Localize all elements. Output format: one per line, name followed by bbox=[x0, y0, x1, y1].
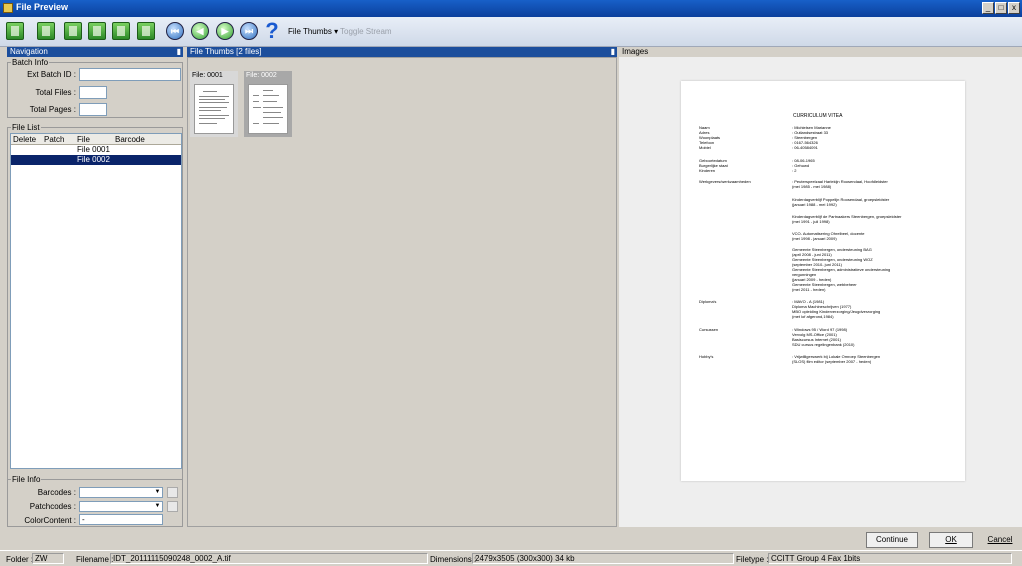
pin-icon[interactable]: ▮ bbox=[611, 47, 615, 57]
first-page-icon[interactable]: ⏮ bbox=[166, 22, 184, 40]
barcodes-clear-button[interactable] bbox=[167, 487, 178, 498]
image-viewer[interactable]: CURRICULUM VITEA Naam Adres Woonplaats T… bbox=[619, 57, 1022, 527]
total-pages-input[interactable] bbox=[79, 103, 107, 116]
thumbnail-file-0001[interactable]: File: 0001 bbox=[190, 71, 238, 137]
file-list[interactable]: Delete Patch File Barcode File 0001 File… bbox=[10, 133, 182, 469]
minimize-button[interactable]: _ bbox=[982, 2, 994, 14]
patchcodes-select[interactable]: ▼ bbox=[79, 501, 163, 512]
close-button[interactable]: x bbox=[1008, 2, 1020, 14]
total-pages-label: Total Pages : bbox=[29, 105, 76, 114]
cv-row: VCO- Automatisering Ohrelbeel, docente (… bbox=[792, 231, 865, 241]
filename-value: IDT_20111115090248_0002_A.tif bbox=[110, 553, 428, 564]
dimensions-label: Dimensions : bbox=[430, 555, 477, 564]
window-title: File Preview bbox=[16, 2, 69, 12]
status-bar: Folder : ZW Filename : IDT_2011111509024… bbox=[0, 550, 1022, 566]
cv-row: Geboortedatum Burgerlijke staat Kinderen… bbox=[699, 158, 815, 173]
layout-3-icon[interactable] bbox=[64, 22, 82, 40]
maximize-button[interactable]: □ bbox=[995, 2, 1007, 14]
column-patch[interactable]: Patch bbox=[44, 135, 64, 144]
patchcodes-label: Patchcodes : bbox=[29, 502, 76, 511]
thumbnail-file-0002-selected[interactable]: File: 0002 bbox=[244, 71, 292, 137]
previous-page-icon[interactable]: ◀ bbox=[191, 22, 209, 40]
color-content-input[interactable]: - bbox=[79, 514, 163, 525]
file-thumbs-dropdown[interactable]: File Thumbs ▾ bbox=[288, 27, 338, 36]
dimensions-value: 2479x3505 (300x300) 34 kb bbox=[472, 553, 734, 564]
chevron-down-icon: ▼ bbox=[154, 503, 161, 509]
layout-grid-large-icon[interactable] bbox=[137, 22, 155, 40]
color-content-label: ColorContent : bbox=[24, 516, 76, 525]
thumbs-area: File: 0001 File: 0002 bbox=[187, 57, 617, 527]
app-icon bbox=[3, 3, 13, 13]
column-delete[interactable]: Delete bbox=[13, 135, 36, 144]
help-icon[interactable]: ? bbox=[263, 20, 281, 42]
toolbar: ⏮ ◀ ▶ ⏭ ? File Thumbs ▾ Toggle Stream bbox=[0, 17, 1022, 47]
layout-4-icon[interactable] bbox=[88, 22, 106, 40]
column-file[interactable]: File bbox=[77, 135, 90, 144]
total-files-label: Total Files : bbox=[35, 88, 76, 97]
cv-row: Naam Adres Woonplaats Telefoon Mobiel: M… bbox=[699, 125, 831, 150]
ok-button[interactable]: OK bbox=[929, 532, 973, 548]
ext-batch-id-input[interactable] bbox=[79, 68, 181, 81]
cv-row: Kinderdagverblijf Poppelijn Roosendaal, … bbox=[792, 197, 890, 207]
batch-info-group: Batch Info Ext Batch ID : Total Files : … bbox=[7, 58, 183, 118]
layout-grid-icon[interactable] bbox=[112, 22, 130, 40]
thumbnail-page bbox=[194, 84, 234, 134]
document-page: CURRICULUM VITEA Naam Adres Woonplaats T… bbox=[681, 81, 965, 481]
file-list-header: Delete Patch File Barcode bbox=[11, 134, 181, 145]
file-thumbs-header: File Thumbs [2 files] ▮ bbox=[187, 47, 617, 57]
column-barcode[interactable]: Barcode bbox=[115, 135, 145, 144]
total-files-input[interactable] bbox=[79, 86, 107, 99]
navigation-panel: Navigation ▮ Batch Info Ext Batch ID : T… bbox=[7, 47, 183, 527]
cv-row: Kinderdagverblijf de Partnaakers Steenbe… bbox=[792, 214, 902, 224]
filetype-label: Filetype : bbox=[736, 555, 769, 564]
cv-row: Gemeente Steenbergen, ondersteuning BAG … bbox=[792, 247, 891, 292]
cv-row: Werkgevers/werkzaamheden: Peuterspeelzaa… bbox=[699, 179, 888, 189]
cv-row: Hobby's: Vrijwilligerswerk bij Lokale Om… bbox=[699, 354, 881, 364]
thumbnail-page bbox=[248, 84, 288, 134]
patchcodes-clear-button[interactable] bbox=[167, 501, 178, 512]
title-bar: File Preview _ □ x bbox=[0, 0, 1022, 17]
layout-1-icon[interactable] bbox=[6, 22, 24, 40]
file-list-row-selected[interactable]: File 0002 bbox=[11, 155, 181, 165]
file-list-row[interactable]: File 0001 bbox=[11, 145, 181, 155]
barcodes-label: Barcodes : bbox=[37, 488, 76, 497]
images-header: Images bbox=[619, 47, 1022, 57]
file-thumbs-panel: File Thumbs [2 files] ▮ File: 0001 File:… bbox=[187, 47, 617, 527]
cv-row: Diploma's: MAVO - A (1981) Diploma Machi… bbox=[699, 299, 881, 319]
filetype-value: CCITT Group 4 Fax 1bits bbox=[768, 553, 1012, 564]
continue-button[interactable]: Continue bbox=[866, 532, 918, 548]
navigation-header: Navigation ▮ bbox=[7, 47, 183, 57]
cancel-button[interactable]: Cancel bbox=[979, 532, 1021, 548]
filename-label: Filename : bbox=[76, 555, 114, 564]
ext-batch-id-label: Ext Batch ID : bbox=[27, 70, 76, 79]
layout-2-icon[interactable] bbox=[37, 22, 55, 40]
barcodes-select[interactable]: ▼ bbox=[79, 487, 163, 498]
cv-row: Cursussen: Windows 95 / Word 97 (1998) V… bbox=[699, 327, 855, 347]
next-page-icon[interactable]: ▶ bbox=[216, 22, 234, 40]
file-info-group: File Info Barcodes : ▼ Patchcodes : ▼ Co… bbox=[7, 475, 183, 527]
images-panel: Images CURRICULUM VITEA Naam Adres Woonp… bbox=[619, 47, 1022, 527]
pin-icon[interactable]: ▮ bbox=[177, 47, 181, 57]
file-list-group: File List Delete Patch File Barcode File… bbox=[7, 123, 183, 518]
folder-label: Folder : bbox=[6, 555, 34, 564]
document-title: CURRICULUM VITEA bbox=[793, 113, 843, 119]
folder-value: ZW bbox=[32, 553, 64, 564]
toggle-stream-button[interactable]: Toggle Stream bbox=[340, 27, 392, 36]
chevron-down-icon: ▼ bbox=[154, 489, 161, 495]
last-page-icon[interactable]: ⏭ bbox=[240, 22, 258, 40]
